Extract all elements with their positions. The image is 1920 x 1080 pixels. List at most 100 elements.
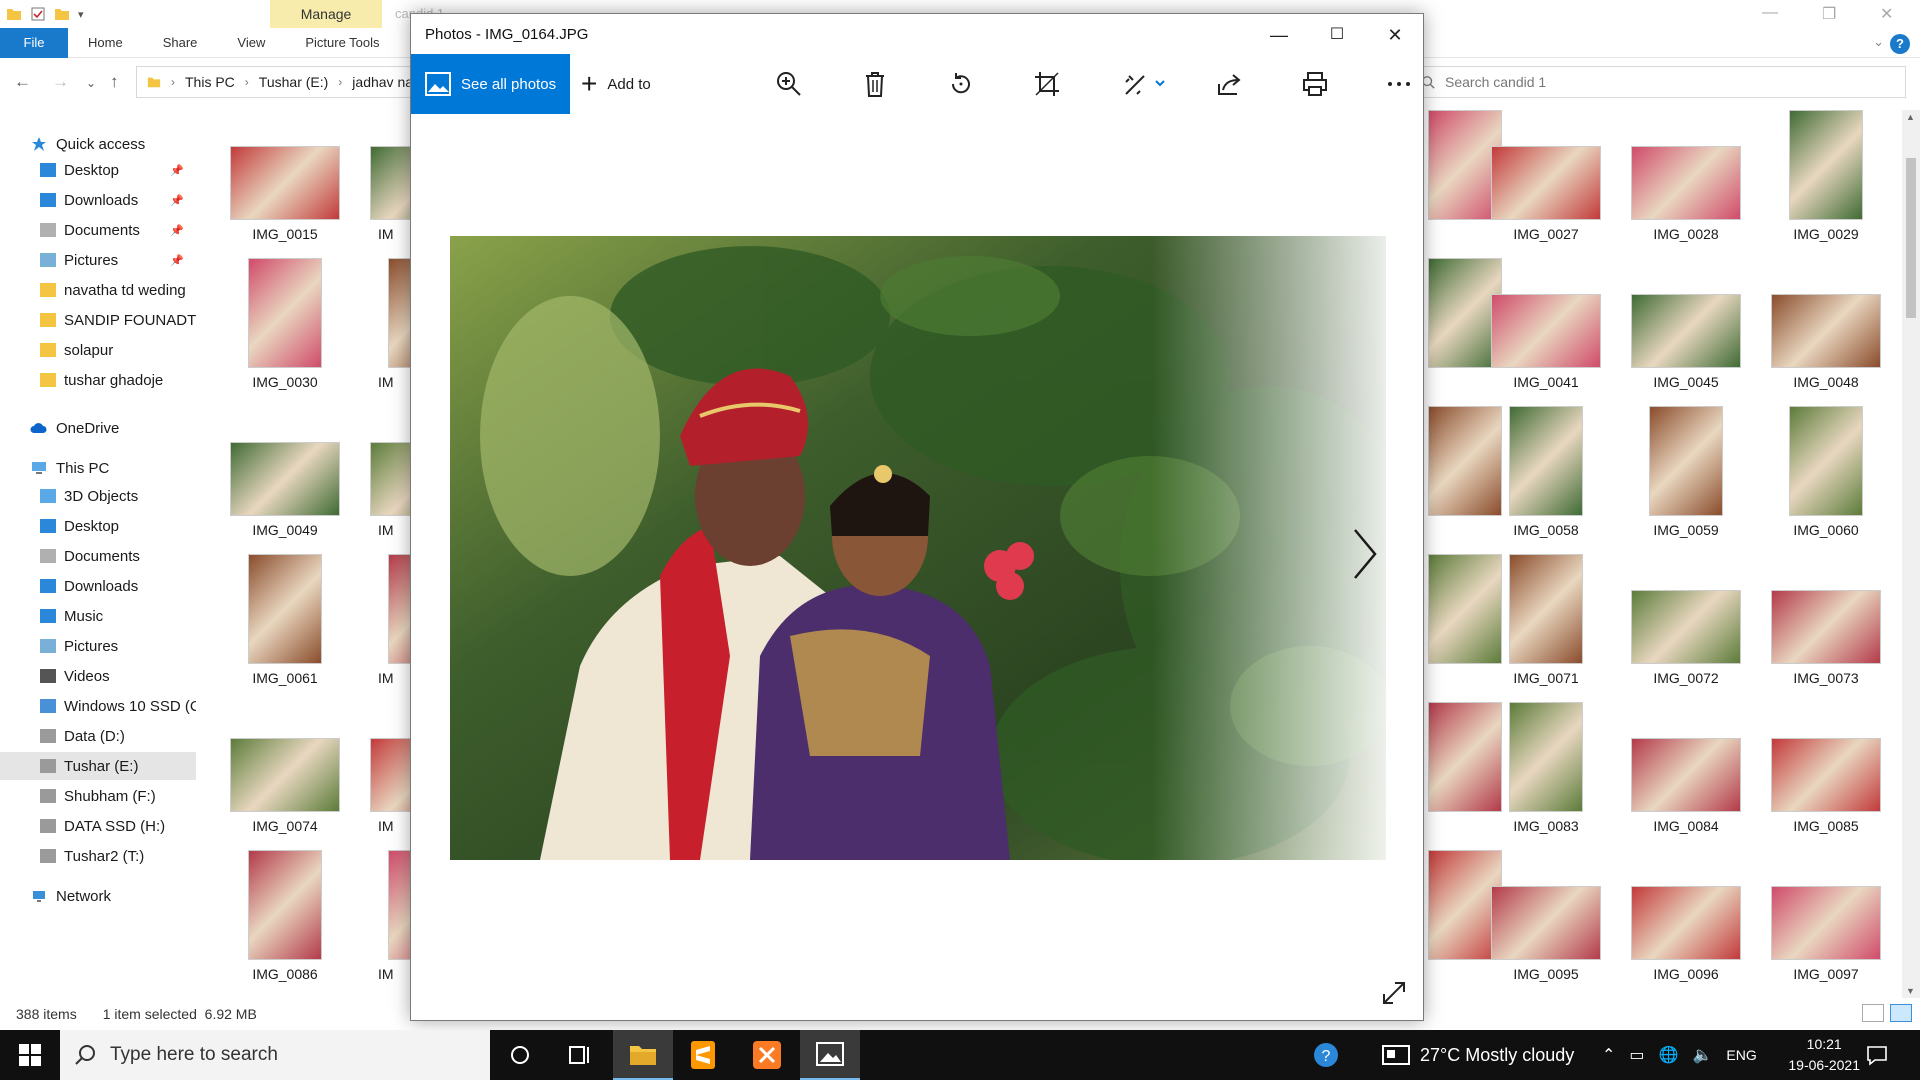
weather-widget[interactable]: 27°C Mostly cloudy xyxy=(1382,1030,1574,1080)
file-thumbnail[interactable]: IMG_0086 xyxy=(220,848,350,988)
nav-network[interactable]: Network xyxy=(0,882,196,910)
fullscreen-icon[interactable] xyxy=(1381,980,1407,1006)
file-thumbnail[interactable]: IMG_0084 xyxy=(1621,700,1751,840)
collapse-ribbon-icon[interactable]: ⌄ xyxy=(1873,34,1884,50)
file-thumbnail[interactable]: IMG_0097 xyxy=(1761,848,1891,988)
help-icon[interactable]: ? xyxy=(1890,34,1910,54)
customize-qat-icon[interactable]: ▾ xyxy=(78,8,84,21)
forward-icon[interactable]: → xyxy=(52,72,69,92)
file-thumbnail[interactable]: IMG_0048 xyxy=(1761,256,1891,396)
nav-item-videos[interactable]: Videos xyxy=(0,662,196,690)
nav-item-data-d[interactable]: Data (D:) xyxy=(0,722,196,750)
file-thumbnail[interactable]: IMG_0058 xyxy=(1481,404,1611,544)
nav-item-tushar-ghadoje[interactable]: tushar ghadoje xyxy=(0,366,196,394)
nav-item-documents[interactable]: Documents 📌 xyxy=(0,216,196,244)
file-thumbnail[interactable]: IMG_0030 xyxy=(220,256,350,396)
tab-share[interactable]: Share xyxy=(143,28,218,58)
nav-item-pictures[interactable]: Pictures xyxy=(0,632,196,660)
file-explorer-taskbar-icon[interactable] xyxy=(613,1030,673,1080)
edit-icon[interactable] xyxy=(1121,68,1169,100)
minimize-icon[interactable]: — xyxy=(1251,20,1307,50)
help-tray-icon[interactable]: ? xyxy=(1312,1030,1340,1080)
nav-item-desktop[interactable]: Desktop xyxy=(0,512,196,540)
clock[interactable]: 10:21 19-06-2021 xyxy=(1788,1034,1860,1076)
file-thumbnail[interactable]: IMG_0059 xyxy=(1621,404,1751,544)
minimize-icon[interactable]: — xyxy=(1762,4,1778,22)
tab-file[interactable]: File xyxy=(0,27,68,58)
recent-locations-icon[interactable]: ⌄ xyxy=(86,76,96,90)
file-thumbnail[interactable]: IMG_0085 xyxy=(1761,700,1891,840)
file-thumbnail[interactable]: IMG_0095 xyxy=(1481,848,1611,988)
nav-item-tushar2-t[interactable]: Tushar2 (T:) xyxy=(0,842,196,870)
file-thumbnail[interactable]: IMG_0045 xyxy=(1621,256,1751,396)
close-icon[interactable]: ✕ xyxy=(1367,20,1423,50)
share-icon[interactable] xyxy=(1213,68,1245,100)
large-icons-view-icon[interactable] xyxy=(1890,1004,1912,1022)
task-view-icon[interactable] xyxy=(550,1030,610,1080)
zoom-in-icon[interactable] xyxy=(773,68,805,100)
new-folder-icon[interactable] xyxy=(54,6,70,22)
taskbar-search[interactable]: Type here to search xyxy=(60,1030,490,1080)
file-thumbnail[interactable]: IMG_0074 xyxy=(220,700,350,840)
nav-item-tushar-e[interactable]: Tushar (E:) xyxy=(0,752,196,780)
rotate-icon[interactable] xyxy=(945,68,977,100)
nav-item-windows-10-ssd-c[interactable]: Windows 10 SSD (C xyxy=(0,692,196,720)
show-hidden-icons-icon[interactable]: ⌃ xyxy=(1602,1045,1615,1065)
file-thumbnail[interactable]: IMG_0061 xyxy=(220,552,350,692)
file-thumbnail[interactable]: IMG_0027 xyxy=(1481,108,1611,248)
photos-taskbar-icon[interactable] xyxy=(800,1030,860,1080)
maximize-icon[interactable]: ☐ xyxy=(1309,20,1365,50)
close-icon[interactable]: ✕ xyxy=(1880,4,1893,24)
file-thumbnail[interactable]: IMG_0073 xyxy=(1761,552,1891,692)
more-icon[interactable] xyxy=(1383,68,1415,100)
nav-item-documents[interactable]: Documents xyxy=(0,542,196,570)
volume-icon[interactable]: 🔈 xyxy=(1692,1045,1712,1065)
vertical-scrollbar[interactable]: ▲ ▼ xyxy=(1902,110,1920,998)
add-to-button[interactable]: + Add to xyxy=(581,54,651,114)
photo-image[interactable] xyxy=(450,236,1386,860)
language-indicator[interactable]: ENG xyxy=(1726,1047,1756,1063)
nav-onedrive[interactable]: OneDrive xyxy=(0,414,196,442)
nav-item-sandip-founadti[interactable]: SANDIP FOUNADTI xyxy=(0,306,196,334)
nav-this-pc[interactable]: This PC xyxy=(0,454,196,482)
up-icon[interactable]: ↑ xyxy=(110,72,119,92)
tab-home[interactable]: Home xyxy=(68,28,143,58)
properties-icon[interactable] xyxy=(30,6,46,22)
notifications-icon[interactable] xyxy=(1866,1030,1888,1080)
manage-context-tab[interactable]: Manage xyxy=(270,0,382,28)
print-icon[interactable] xyxy=(1299,68,1331,100)
crop-icon[interactable] xyxy=(1031,68,1063,100)
file-thumbnail[interactable]: IMG_0029 xyxy=(1761,108,1891,248)
nav-item-data-ssd-h[interactable]: DATA SSD (H:) xyxy=(0,812,196,840)
start-button[interactable] xyxy=(0,1030,60,1080)
file-thumbnail[interactable]: IMG_0049 xyxy=(220,404,350,544)
globe-icon[interactable]: 🌐 xyxy=(1659,1045,1679,1065)
sublime-text-icon[interactable] xyxy=(673,1030,733,1080)
nav-item-downloads[interactable]: Downloads xyxy=(0,572,196,600)
nav-item-desktop[interactable]: Desktop 📌 xyxy=(0,156,196,184)
nav-item-3d-objects[interactable]: 3D Objects xyxy=(0,482,196,510)
nav-item-navatha-td-weding[interactable]: navatha td weding xyxy=(0,276,196,304)
search-box[interactable]: Search candid 1 xyxy=(1410,66,1906,98)
nav-item-shubham-f[interactable]: Shubham (F:) xyxy=(0,782,196,810)
battery-icon[interactable]: ▭ xyxy=(1629,1045,1644,1065)
details-view-icon[interactable] xyxy=(1862,1004,1884,1022)
file-thumbnail[interactable]: IMG_0083 xyxy=(1481,700,1611,840)
nav-item-pictures[interactable]: Pictures 📌 xyxy=(0,246,196,274)
cortana-icon[interactable] xyxy=(490,1030,550,1080)
file-thumbnail[interactable]: IMG_0072 xyxy=(1621,552,1751,692)
nav-item-solapur[interactable]: solapur xyxy=(0,336,196,364)
back-icon[interactable]: ← xyxy=(14,72,31,92)
nav-item-downloads[interactable]: Downloads 📌 xyxy=(0,186,196,214)
breadcrumb-this-pc[interactable]: This PC xyxy=(185,74,235,90)
breadcrumb-folder[interactable]: jadhav na xyxy=(352,74,413,90)
restore-icon[interactable]: ❐ xyxy=(1822,4,1836,24)
tab-view[interactable]: View xyxy=(217,28,285,58)
nav-item-music[interactable]: Music xyxy=(0,602,196,630)
xampp-icon[interactable] xyxy=(737,1030,797,1080)
file-thumbnail[interactable]: IMG_0096 xyxy=(1621,848,1751,988)
file-thumbnail[interactable]: IMG_0015 xyxy=(220,108,350,248)
scroll-thumb[interactable] xyxy=(1906,158,1916,318)
breadcrumb-drive[interactable]: Tushar (E:) xyxy=(259,74,329,90)
file-thumbnail[interactable]: IMG_0041 xyxy=(1481,256,1611,396)
